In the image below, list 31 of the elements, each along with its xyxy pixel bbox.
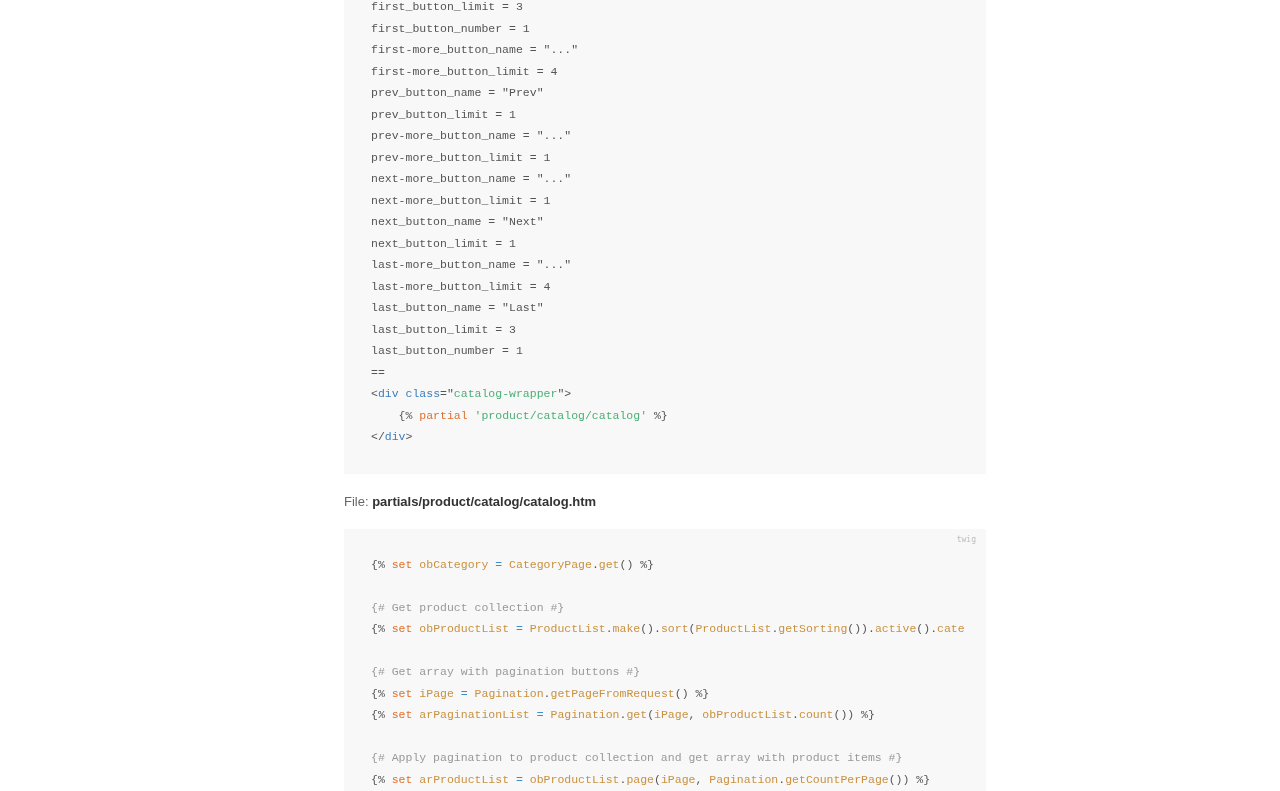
code-line: {# Get product collection #} bbox=[371, 599, 565, 616]
code-line: == bbox=[371, 364, 385, 381]
language-label: twig bbox=[956, 534, 976, 544]
code-line: first_button_limit = 3 bbox=[371, 0, 523, 15]
code-line: next-more_button_limit = 1 bbox=[371, 192, 551, 209]
code-line: {# Get array with pagination buttons #} bbox=[371, 664, 641, 680]
code-line: {# Apply pagination to product collection and get array with product items #} bbox=[371, 750, 903, 766]
code-line: {% partial 'product/catalog/catalog' %} bbox=[397, 407, 668, 424]
code-line: next-more_button_name = "..." bbox=[371, 171, 572, 187]
code-line: prev_button_limit = 1 bbox=[371, 106, 516, 123]
code-line: last_button_name = "Last" bbox=[371, 300, 544, 316]
code-line: last_button_number = 1 bbox=[371, 343, 523, 359]
file-caption: File: partials/product/catalog/catalog.htm bbox=[344, 493, 598, 510]
code-line: last-more_button_limit = 4 bbox=[371, 278, 551, 295]
code-line: {% set obProductList = ProductList.make().sort(ProductList.getSorting()).active().cate bbox=[371, 621, 965, 637]
code-line: first-more_button_limit = 4 bbox=[371, 63, 558, 80]
code-line: </div> bbox=[371, 429, 413, 445]
code-line: {% set arPaginationList = Pagination.get(iPage, obProductList.count()) %} bbox=[371, 707, 875, 723]
code-line: prev-more_button_limit = 1 bbox=[371, 149, 551, 166]
code-line: last-more_button_name = "..." bbox=[371, 257, 572, 273]
code-line: {% set obCategory = CategoryPage.get() %} bbox=[371, 556, 655, 573]
code-line: prev_button_name = "Prev" bbox=[371, 85, 544, 101]
code-line: <div class="catalog-wrapper"> bbox=[371, 386, 572, 402]
code-line: first-more_button_name = "..." bbox=[371, 42, 579, 58]
code-line: {% set arProductList = obProductList.page(iPage, Pagination.getCountPerPage()) %} bbox=[371, 771, 931, 788]
code-line: {% set iPage = Pagination.getPageFromRequest() %} bbox=[371, 685, 710, 702]
code-line: next_button_name = "Next" bbox=[371, 214, 544, 230]
code-line: last_button_limit = 3 bbox=[371, 321, 516, 338]
code-line: next_button_limit = 1 bbox=[371, 235, 516, 252]
code-line: prev-more_button_name = "..." bbox=[371, 128, 572, 144]
code-line: first_button_number = 1 bbox=[371, 20, 530, 37]
